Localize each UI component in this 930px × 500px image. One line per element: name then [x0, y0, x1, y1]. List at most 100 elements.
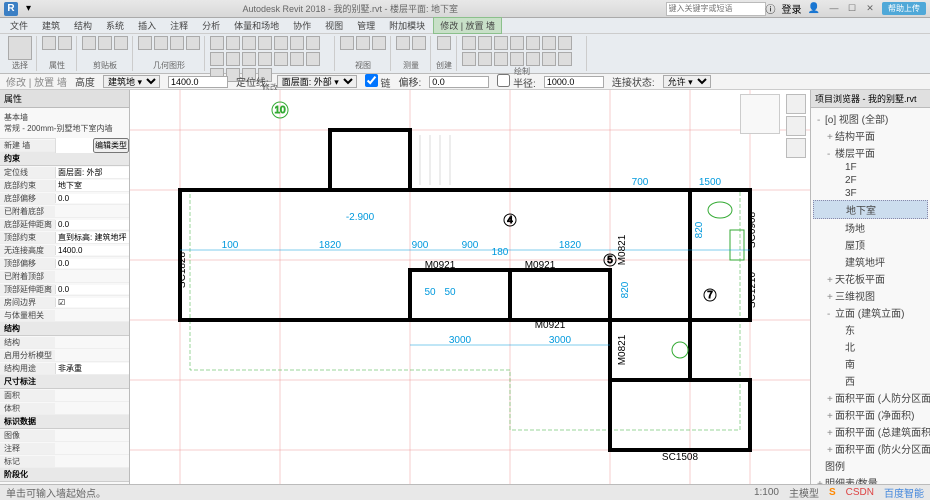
ribbon-icon[interactable] [510, 36, 524, 50]
help-button[interactable]: 帮助上传 [882, 2, 926, 15]
ribbon-icon[interactable] [372, 36, 386, 50]
ribbon-icon[interactable] [542, 52, 556, 66]
ribbon-icon[interactable] [258, 52, 272, 66]
menu-tab[interactable]: 修改 | 放置 墙 [433, 17, 502, 34]
tree-node[interactable]: +结构平面 [813, 127, 928, 144]
menu-tab[interactable]: 文件 [4, 18, 34, 33]
tree-node[interactable]: 场地 [813, 219, 928, 236]
prop-row[interactable]: 图像 [0, 429, 129, 442]
ribbon-icon[interactable] [274, 52, 288, 66]
search-input[interactable] [666, 2, 766, 16]
prop-row[interactable]: 已附着底部 [0, 205, 129, 218]
type-selector[interactable]: 基本墙 常规 - 200mm-别墅地下室内墙 [0, 108, 129, 139]
height-input[interactable] [168, 76, 228, 88]
menu-tab[interactable]: 注释 [164, 18, 194, 33]
drawing-canvas[interactable]: 7001500 1001820 900900 1801820 -2.900 30… [130, 90, 810, 484]
prop-row[interactable]: 注释 [0, 442, 129, 455]
locline-select[interactable]: 面层面: 外部 ▾ [277, 75, 357, 88]
prop-row[interactable]: 顶部约束直到标高: 建筑地坪 [0, 231, 129, 244]
viewcube[interactable] [740, 94, 780, 134]
tree-node[interactable]: +面积平面 (人防分区面积) [813, 389, 928, 406]
ribbon-icon[interactable] [258, 36, 272, 50]
menu-tab[interactable]: 建筑 [36, 18, 66, 33]
ribbon-icon[interactable] [226, 52, 240, 66]
ribbon-icon[interactable] [542, 36, 556, 50]
ribbon-icon[interactable] [356, 36, 370, 50]
tree-node[interactable]: 南 [813, 355, 928, 372]
tree-node[interactable]: 北 [813, 338, 928, 355]
prop-category[interactable]: 结构 [0, 322, 129, 336]
tree-node[interactable]: 西 [813, 372, 928, 389]
info-icon[interactable]: ⓘ [766, 1, 776, 16]
prop-row[interactable]: 定位线面层面: 外部 [0, 166, 129, 179]
tree-node[interactable]: +天花板平面 [813, 270, 928, 287]
ribbon-icon[interactable] [526, 52, 540, 66]
prop-row[interactable]: 底部偏移0.0 [0, 192, 129, 205]
prop-row[interactable]: 底部延伸距离0.0 [0, 218, 129, 231]
ribbon-icon[interactable] [290, 36, 304, 50]
menu-tab[interactable]: 管理 [351, 18, 381, 33]
login-link[interactable]: 登录 [782, 1, 802, 16]
ribbon-icon[interactable] [290, 52, 304, 66]
ribbon-icon[interactable] [306, 52, 320, 66]
prop-row[interactable]: 顶部延伸距离0.0 [0, 283, 129, 296]
ribbon-icon[interactable] [526, 36, 540, 50]
menu-tab[interactable]: 分析 [196, 18, 226, 33]
prop-row[interactable]: 标记 [0, 455, 129, 468]
prop-row[interactable]: 结构 [0, 336, 129, 349]
ribbon-icon[interactable] [437, 36, 451, 50]
ribbon-icon[interactable] [478, 52, 492, 66]
menu-tab[interactable]: 结构 [68, 18, 98, 33]
ribbon-icon[interactable] [242, 52, 256, 66]
join-select[interactable]: 允许 ▾ [663, 75, 711, 88]
qat-icon[interactable]: ▾ [26, 3, 31, 14]
ribbon-icon[interactable] [462, 36, 476, 50]
prop-row[interactable]: 底部约束地下室 [0, 179, 129, 192]
tree-node[interactable]: 1F [813, 161, 928, 174]
ribbon-icon[interactable] [242, 36, 256, 50]
menu-tab[interactable]: 协作 [287, 18, 317, 33]
prop-category[interactable]: 约束 [0, 152, 129, 166]
ribbon-icon[interactable] [494, 36, 508, 50]
menu-tab[interactable]: 体量和场地 [228, 18, 285, 33]
tree-node[interactable]: +面积平面 (净面积) [813, 406, 928, 423]
user-icon[interactable]: 👤 [808, 3, 820, 14]
ribbon-icon[interactable] [340, 36, 354, 50]
ribbon-icon[interactable] [170, 36, 184, 50]
ribbon-icon[interactable] [154, 36, 168, 50]
tree-node[interactable]: 2F [813, 174, 928, 187]
height-select[interactable]: 建筑地 ▾ [103, 75, 160, 88]
tree-node[interactable]: +面积平面 (防火分区面积) [813, 440, 928, 457]
menu-tab[interactable]: 附加模块 [383, 18, 431, 33]
tree-node[interactable]: 建筑地坪 [813, 253, 928, 270]
close-icon[interactable]: ✕ [864, 3, 876, 15]
ribbon-icon[interactable] [462, 52, 476, 66]
prop-row[interactable]: 无连接高度1400.0 [0, 244, 129, 257]
ribbon-icon[interactable] [114, 36, 128, 50]
tree-node[interactable]: +三维视图 [813, 287, 928, 304]
ribbon-icon[interactable] [82, 36, 96, 50]
nav-home-icon[interactable] [786, 94, 806, 114]
ribbon-icon[interactable] [494, 52, 508, 66]
menu-tab[interactable]: 视图 [319, 18, 349, 33]
tree-node[interactable]: -立面 (建筑立面) [813, 304, 928, 321]
radius-input[interactable] [544, 76, 604, 88]
ribbon-icon[interactable] [306, 36, 320, 50]
menu-tab[interactable]: 插入 [132, 18, 162, 33]
tree-node[interactable]: -[o] 视图 (全部) [813, 110, 928, 127]
ribbon-icon[interactable] [58, 36, 72, 50]
ribbon-icon[interactable] [478, 36, 492, 50]
props-help-link[interactable]: 属性帮助 [0, 482, 129, 484]
tree-node[interactable]: +面积平面 (总建筑面积) [813, 423, 928, 440]
menu-tab[interactable]: 系统 [100, 18, 130, 33]
ribbon-icon[interactable] [558, 52, 572, 66]
prop-row[interactable]: 结构用途非承重 [0, 362, 129, 375]
prop-category[interactable]: 阶段化 [0, 468, 129, 482]
prop-category[interactable]: 标识数据 [0, 415, 129, 429]
tree-node[interactable]: -楼层平面 [813, 144, 928, 161]
ribbon-icon[interactable] [558, 36, 572, 50]
ribbon-icon[interactable] [98, 36, 112, 50]
ribbon-icon[interactable] [186, 36, 200, 50]
edit-type-button[interactable]: 编辑类型 [93, 138, 129, 153]
tree-node[interactable]: +明细表/数量 [813, 474, 928, 484]
